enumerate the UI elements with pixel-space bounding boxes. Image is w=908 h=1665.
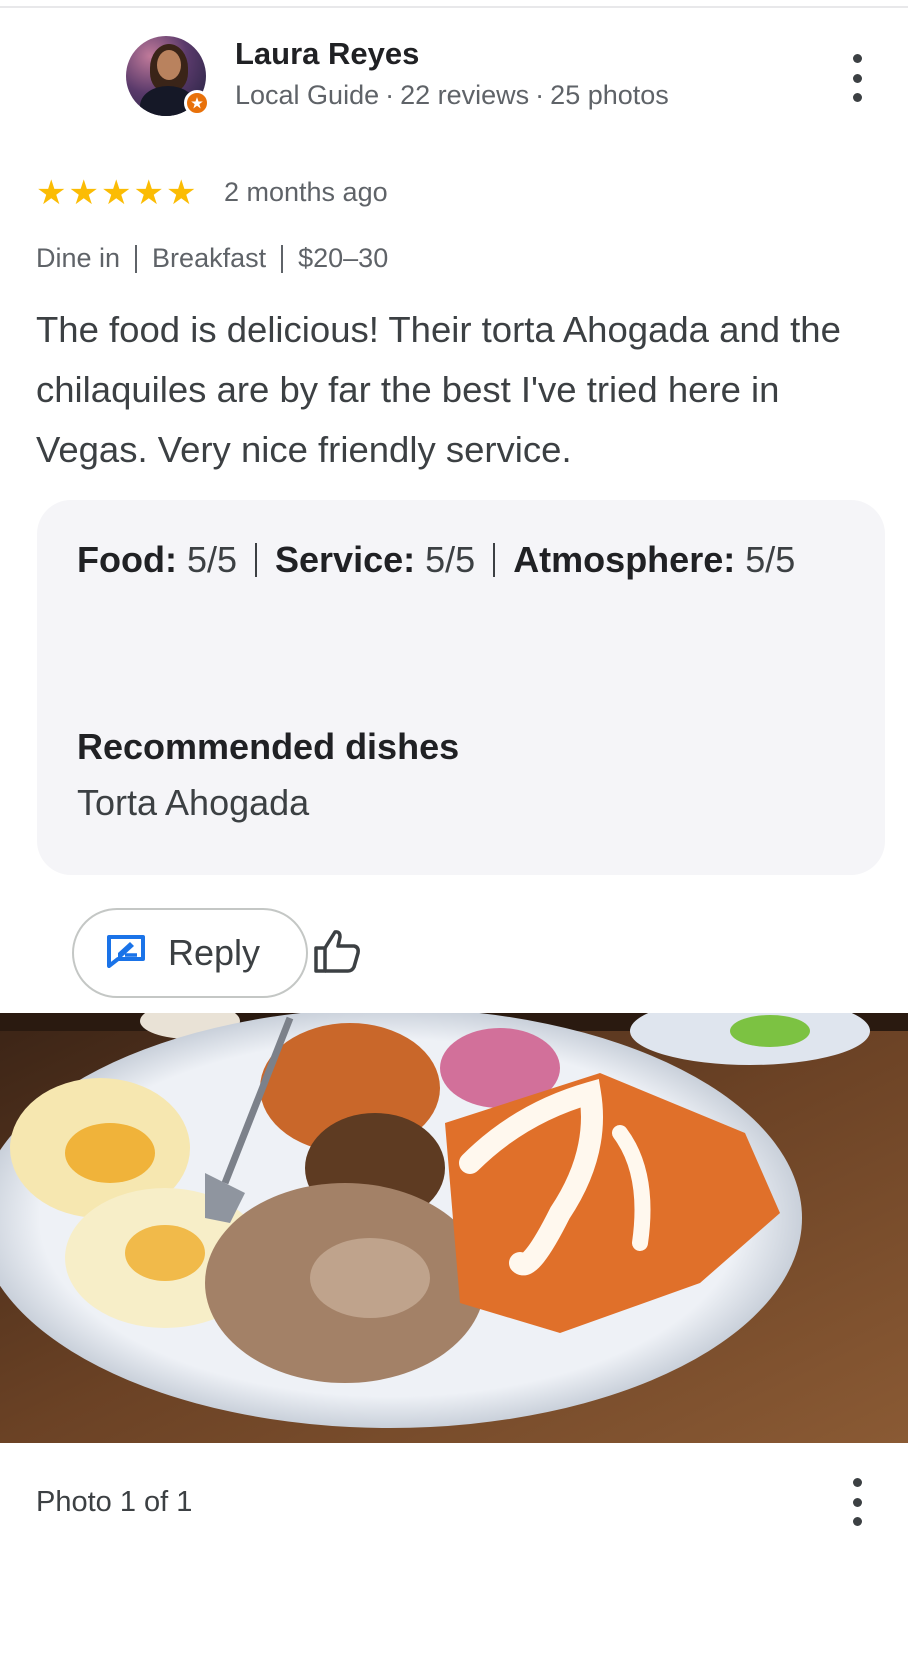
meta-separator: ·	[385, 80, 395, 110]
rating-separator	[493, 543, 496, 577]
photo-more-vert-icon[interactable]	[842, 1478, 872, 1526]
review-count: 22 reviews	[400, 80, 530, 110]
tag-separator	[135, 244, 138, 273]
recommended-dishes-title: Recommended dishes	[77, 726, 460, 767]
reviewer-avatar[interactable]	[126, 36, 210, 116]
tag-dine-in: Dine in	[36, 243, 121, 273]
local-guide-badge-icon	[184, 90, 210, 116]
attribute-ratings: Food: 5/5 Service: 5/5 Atmosphere: 5/5	[77, 530, 837, 590]
star-icon: ★	[68, 174, 99, 212]
review-photo[interactable]	[0, 1013, 908, 1443]
star-icon: ★	[100, 174, 132, 212]
local-guide-label: Local Guide	[235, 80, 380, 110]
meta-separator: ·	[535, 80, 545, 110]
reviewer-name[interactable]: Laura Reyes	[235, 36, 419, 72]
recommended-dish: Torta Ahogada	[77, 782, 310, 823]
tag-separator	[281, 244, 284, 273]
review-time: 2 months ago	[224, 177, 388, 207]
service-label: Service:	[275, 539, 416, 580]
reviewer-meta: Local Guide · 22 reviews · 25 photos	[235, 80, 669, 111]
visit-tags: Dine in Breakfast $20–30	[36, 243, 388, 274]
photo-count: 25 photos	[550, 80, 669, 110]
atmosphere-label: Atmosphere:	[513, 539, 736, 580]
tag-meal-type: Breakfast	[152, 243, 267, 273]
thumbs-up-icon[interactable]	[312, 926, 362, 976]
top-divider	[0, 6, 908, 8]
star-icon: ★	[36, 174, 67, 212]
star-icon: ★	[165, 174, 197, 212]
reply-edit-icon	[106, 934, 146, 973]
reply-button[interactable]: Reply	[72, 908, 308, 998]
service-value: 5/5	[425, 539, 476, 580]
atmosphere-value: 5/5	[745, 539, 796, 580]
review-text: The food is delicious! Their torta Ahoga…	[36, 309, 841, 470]
attributes-card: Food: 5/5 Service: 5/5 Atmosphere: 5/5 Rec…	[37, 500, 885, 875]
rating-separator	[255, 543, 258, 577]
tag-price: $20–30	[298, 243, 389, 273]
reply-label: Reply	[168, 932, 261, 973]
more-vert-icon[interactable]	[842, 54, 872, 102]
star-rating: ★ ★ ★ ★ ★	[36, 176, 196, 210]
food-value: 5/5	[186, 539, 238, 580]
star-icon: ★	[133, 174, 164, 212]
photo-counter: Photo 1 of 1	[36, 1486, 193, 1518]
food-label: Food:	[77, 539, 177, 580]
